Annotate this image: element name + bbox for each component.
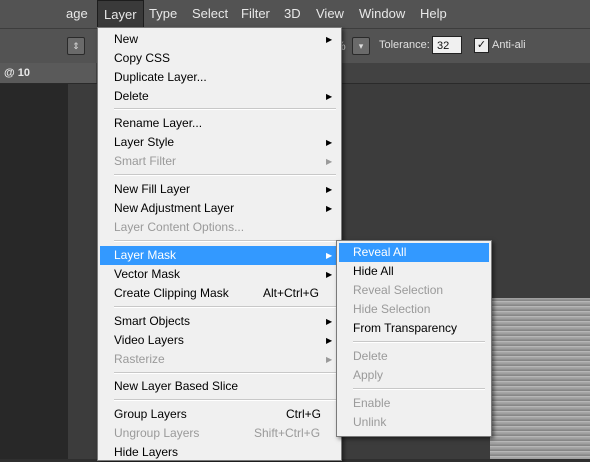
menu-view[interactable]: View [316, 0, 344, 28]
menu-item-copy-css[interactable]: Copy CSS [100, 49, 339, 68]
antialias-checkbox[interactable]: ✓ [474, 38, 489, 53]
menu-separator [114, 174, 336, 176]
layer-mask-submenu: Reveal All Hide All Reveal Selection Hid… [336, 240, 492, 437]
menu-item-rename-layer[interactable]: Rename Layer... [100, 114, 339, 133]
menu-separator [114, 399, 336, 401]
menu-window[interactable]: Window [359, 0, 405, 28]
menu-image[interactable]: age [66, 0, 88, 28]
menu-separator [353, 341, 485, 343]
brushed-metal-image [490, 298, 590, 459]
menu-item-layer-content-options: Layer Content Options... [114, 220, 245, 234]
canvas-margin [0, 84, 68, 459]
menu-item-delete[interactable]: Delete ▶ [100, 87, 339, 106]
menu-item-vector-mask[interactable]: Vector Mask ▶ [100, 265, 339, 284]
submenu-arrow-icon: ▶ [326, 204, 333, 213]
submenu-item-unlink: Unlink [353, 415, 387, 429]
menu-select[interactable]: Select [192, 0, 228, 28]
menu-separator [114, 372, 336, 374]
chevron-down-icon[interactable]: ▾ [352, 37, 370, 55]
submenu-arrow-icon: ▶ [326, 270, 333, 279]
menu-item-smart-objects[interactable]: Smart Objects ▶ [100, 312, 339, 331]
menu-type[interactable]: Type [149, 0, 177, 28]
submenu-arrow-icon: ▶ [326, 336, 333, 345]
menu-item-layer-style[interactable]: Layer Style ▶ [100, 133, 339, 152]
submenu-arrow-icon: ▶ [326, 138, 333, 147]
menu-separator [114, 306, 336, 308]
menu-item-new-layer-based-slice[interactable]: New Layer Based Slice [100, 377, 339, 396]
submenu-arrow-icon: ▶ [326, 157, 333, 166]
menu-separator [353, 388, 485, 390]
menu-item-smart-filter: Smart Filter ▶ [100, 152, 339, 171]
submenu-arrow-icon: ▶ [326, 317, 333, 326]
submenu-arrow-icon: ▶ [326, 185, 333, 194]
tolerance-input[interactable]: 32 [432, 36, 462, 54]
menu-layer[interactable]: Layer [97, 0, 144, 28]
antialias-label: Anti-ali [492, 39, 526, 51]
shortcut-label: Shift+Ctrl+G [254, 426, 321, 440]
menu-item-new-fill-layer[interactable]: New Fill Layer ▶ [100, 180, 339, 199]
submenu-arrow-icon: ▶ [326, 251, 333, 260]
menu-3d[interactable]: 3D [284, 0, 301, 28]
submenu-item-delete: Delete [353, 349, 388, 363]
submenu-item-from-transparency[interactable]: From Transparency [339, 319, 489, 338]
spinner-arrows-icon[interactable]: ⇕ [67, 37, 85, 55]
tolerance-label: Tolerance: [379, 39, 430, 51]
menu-item-video-layers[interactable]: Video Layers ▶ [100, 331, 339, 350]
submenu-item-enable: Enable [353, 396, 391, 410]
submenu-item-apply: Apply [353, 368, 384, 382]
submenu-item-reveal-selection: Reveal Selection [353, 283, 444, 297]
menu-item-rasterize: Rasterize ▶ [100, 350, 339, 369]
menu-item-duplicate-layer[interactable]: Duplicate Layer... [100, 68, 339, 87]
submenu-arrow-icon: ▶ [326, 92, 333, 101]
menu-item-new-adjustment-layer[interactable]: New Adjustment Layer ▶ [100, 199, 339, 218]
menu-item-group-layers[interactable]: Group Layers Ctrl+G [100, 405, 339, 424]
menu-bar: age Layer Type Select Filter 3D View Win… [0, 0, 590, 28]
submenu-arrow-icon: ▶ [326, 35, 333, 44]
submenu-item-hide-selection: Hide Selection [353, 302, 431, 316]
menu-separator [114, 108, 336, 110]
layer-menu-dropdown: New ▶ Copy CSS Duplicate Layer... Delete ▶… [97, 27, 342, 461]
menu-item-create-clipping-mask[interactable]: Create Clipping Mask Alt+Ctrl+G [100, 284, 339, 303]
menu-item-layer-mask[interactable]: Layer Mask ▶ [100, 246, 339, 265]
submenu-arrow-icon: ▶ [326, 355, 333, 364]
menu-separator [114, 240, 336, 242]
menu-item-hide-layers[interactable]: Hide Layers [100, 443, 339, 462]
document-tab[interactable]: @ 10 [0, 63, 96, 83]
shortcut-label: Ctrl+G [286, 407, 322, 421]
submenu-item-hide-all[interactable]: Hide All [339, 262, 489, 281]
menu-item-ungroup-layers: Ungroup Layers Shift+Ctrl+G [100, 424, 339, 443]
menu-item-new[interactable]: New ▶ [100, 30, 339, 49]
menu-help[interactable]: Help [420, 0, 447, 28]
shortcut-label: Alt+Ctrl+G [263, 286, 320, 300]
submenu-item-reveal-all[interactable]: Reveal All [339, 243, 489, 262]
menu-filter[interactable]: Filter [241, 0, 270, 28]
